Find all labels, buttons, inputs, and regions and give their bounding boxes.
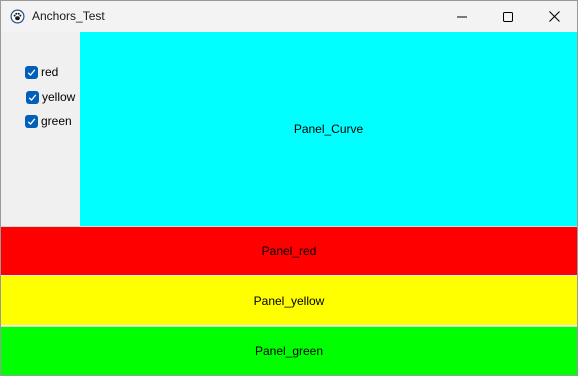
- client-area: red yellow green Panel_Curve Panel_red P…: [1, 32, 577, 375]
- panel-yellow: Panel_yellow: [1, 276, 577, 325]
- minimize-icon: [457, 16, 467, 17]
- window-title: Anchors_Test: [32, 9, 105, 23]
- checkbox-red-label: red: [41, 65, 59, 79]
- checkbox-red[interactable]: red: [25, 64, 58, 80]
- checkbox-yellow-label: yellow: [42, 90, 76, 104]
- panel-curve: Panel_Curve: [80, 32, 577, 226]
- checkbox-red-box[interactable]: [25, 65, 38, 79]
- panel-curve-label: Panel_Curve: [293, 122, 364, 136]
- maximize-icon: [503, 11, 513, 22]
- panel-green: Panel_green: [1, 326, 577, 375]
- checkbox-green[interactable]: green: [25, 113, 72, 129]
- checkmark-icon: [27, 117, 36, 125]
- checkbox-green-label: green: [41, 114, 72, 128]
- title-bar[interactable]: Anchors_Test: [1, 1, 577, 32]
- checkbox-panel: red yellow green: [1, 32, 80, 226]
- panel-red: Panel_red: [1, 226, 577, 275]
- checkmark-icon: [27, 68, 36, 76]
- close-icon: [548, 11, 560, 22]
- checkbox-yellow-box[interactable]: [26, 90, 39, 104]
- checkmark-icon: [28, 93, 37, 101]
- panel-yellow-label: Panel_yellow: [253, 293, 325, 308]
- panel-red-label: Panel_red: [261, 244, 317, 258]
- paw-icon: [10, 9, 25, 24]
- maximize-button[interactable]: [485, 1, 531, 32]
- minimize-button[interactable]: [439, 1, 485, 32]
- close-button[interactable]: [531, 1, 577, 32]
- app-window: Anchors_Test red yellow green Panel_Curv…: [0, 0, 578, 376]
- checkbox-green-box[interactable]: [25, 114, 38, 128]
- checkbox-yellow[interactable]: yellow: [26, 89, 75, 105]
- panel-green-label: Panel_green: [254, 344, 324, 358]
